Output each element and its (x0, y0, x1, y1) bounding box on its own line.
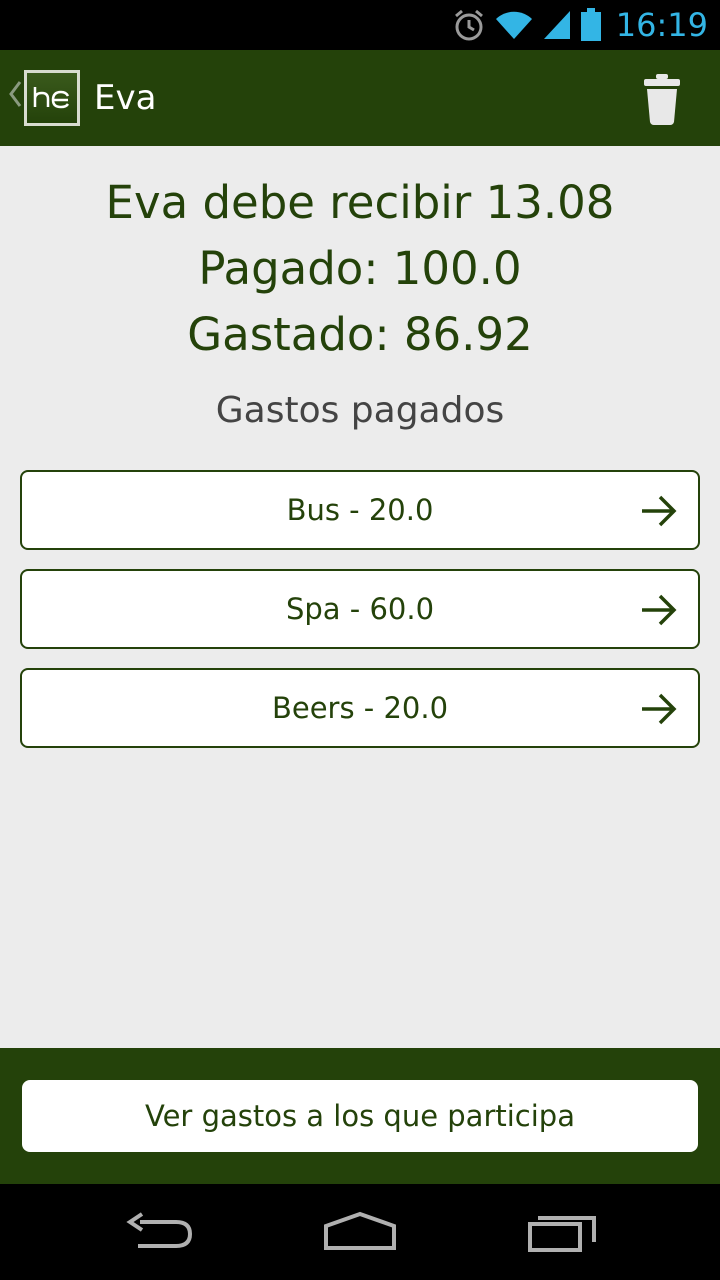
nav-recents-button[interactable] (520, 1206, 600, 1256)
up-navigation-button[interactable]: Eva (0, 50, 156, 146)
status-time: 16:19 (615, 6, 708, 44)
paid-line: Pagado: 100.0 (198, 242, 522, 295)
delete-button[interactable] (638, 72, 686, 126)
system-nav-bar (0, 1184, 720, 1280)
back-caret-icon (8, 79, 22, 117)
balance-summary: Eva debe recibir 13.08 Pagado: 100.0 Gas… (0, 170, 720, 368)
arrow-right-icon (640, 593, 678, 627)
arrow-right-icon (640, 692, 678, 726)
screen-title: Eva (94, 78, 157, 118)
home-icon (320, 1211, 400, 1260)
recents-icon (520, 1216, 600, 1260)
arrow-right-icon (640, 494, 678, 528)
balance-line: Eva debe recibir 13.08 (105, 176, 615, 229)
action-bar: Eva (0, 50, 720, 146)
expense-item-beers[interactable]: Beers - 20.0 (20, 668, 700, 748)
participate-button-label: Ver gastos a los que participa (145, 1099, 575, 1133)
wifi-icon (494, 9, 534, 41)
battery-icon (580, 8, 602, 42)
trash-icon (638, 74, 686, 130)
back-icon (120, 1212, 200, 1260)
view-participated-expenses-button[interactable]: Ver gastos a los que participa (22, 1080, 698, 1152)
bottom-panel: Ver gastos a los que participa (0, 1048, 720, 1184)
status-icons: 16:19 (452, 0, 708, 50)
signal-icon (542, 9, 572, 41)
expense-label: Beers - 20.0 (271, 691, 449, 725)
expense-label: Bus - 20.0 (286, 493, 434, 527)
status-bar: 16:19 (0, 0, 720, 50)
expense-label: Spa - 60.0 (285, 592, 435, 626)
alarm-icon (452, 8, 486, 42)
app-logo (24, 70, 80, 126)
nav-back-button[interactable] (120, 1206, 200, 1256)
expense-item-bus[interactable]: Bus - 20.0 (20, 470, 700, 550)
expense-item-spa[interactable]: Spa - 60.0 (20, 569, 700, 649)
nav-home-button[interactable] (320, 1206, 400, 1256)
section-title: Gastos pagados (215, 390, 505, 431)
expense-list: Bus - 20.0 Spa - 60.0 Beers - 20.0 (20, 470, 700, 767)
spent-line: Gastado: 86.92 (187, 308, 533, 361)
